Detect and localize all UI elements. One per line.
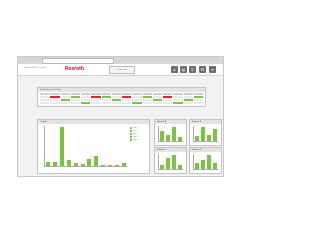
- bar-chart: [158, 126, 183, 142]
- chart-bar: [201, 159, 205, 169]
- home-icon[interactable]: ⌂: [171, 66, 178, 73]
- panel-title: Station D: [190, 148, 221, 152]
- status-grid: [40, 93, 203, 104]
- legend-item: Line 2: [133, 130, 138, 132]
- panel-title: Production overview: [38, 88, 205, 92]
- chart-bar: [73, 162, 78, 166]
- chart-bar: [160, 164, 164, 169]
- panel-title: Output: [38, 120, 149, 124]
- chart-bar: [213, 163, 217, 169]
- chart-bar: [121, 162, 126, 166]
- bar-chart: [158, 154, 183, 170]
- overview-button[interactable]: Overview: [109, 66, 135, 74]
- chart-bar: [207, 135, 211, 141]
- legend-item: Line 3: [133, 133, 138, 135]
- chart-bar: [195, 136, 199, 141]
- chart-bar: [66, 160, 71, 166]
- chart-bar: [201, 127, 205, 141]
- mini-chart-panel: Station C: [154, 147, 187, 174]
- chart-bar: [60, 127, 65, 166]
- table-row[interactable]: [40, 102, 203, 104]
- chart-bar: [94, 155, 99, 166]
- chart-bar: [213, 129, 217, 141]
- chart-bar: [172, 155, 176, 169]
- legend-item: Line 4: [133, 136, 138, 138]
- legend-item: Line 1: [133, 127, 138, 129]
- chart-bar: [114, 164, 119, 166]
- mini-chart-panel: Station B: [189, 119, 222, 146]
- app-header: Rexroth ActiveCockpit Rexroth Overview ⌂…: [18, 64, 223, 76]
- legend-item: Line 5: [133, 139, 138, 141]
- chart-bar: [101, 164, 106, 166]
- menu-icon[interactable]: ≡: [209, 66, 216, 73]
- chart-bar: [107, 164, 112, 166]
- chart-bar: [178, 164, 182, 169]
- search-icon[interactable]: ⚲: [189, 66, 196, 73]
- table-row[interactable]: [40, 99, 203, 101]
- chart-bar: [53, 161, 58, 166]
- panel-title: Station B: [190, 120, 221, 124]
- table-row[interactable]: [40, 96, 203, 98]
- table-header-row: [40, 93, 203, 95]
- chart-bar: [166, 158, 170, 169]
- chart-bar: [46, 161, 51, 166]
- chart-bar: [80, 163, 85, 166]
- bar-chart: [193, 154, 218, 170]
- production-table-panel: Production overview: [37, 87, 206, 107]
- app-title: Rexroth ActiveCockpit: [24, 67, 47, 69]
- screen: Rexroth ActiveCockpit Rexroth Overview ⌂…: [17, 56, 224, 177]
- bar-chart: [44, 126, 127, 167]
- panel-title: Station C: [155, 148, 186, 152]
- mini-chart-panel: Station A: [154, 119, 187, 146]
- chart-bar: [195, 163, 199, 169]
- chart-bar: [160, 130, 164, 141]
- chart-legend: Line 1 Line 2 Line 3 Line 4 Line 5: [130, 127, 147, 142]
- chart-bar: [172, 127, 176, 141]
- mini-chart-panel: Station D: [189, 147, 222, 174]
- rexroth-logo: Rexroth: [65, 66, 84, 72]
- panel-title: Station A: [155, 120, 186, 124]
- chart-bar: [87, 159, 92, 166]
- settings-icon[interactable]: ⚙: [199, 66, 206, 73]
- chart-bar: [207, 155, 211, 169]
- bar-chart: [193, 126, 218, 142]
- main-chart-panel: Output Line 1 Line 2 Line 3 Line 4 Line …: [37, 119, 150, 174]
- chart-icon[interactable]: ▤: [180, 66, 187, 73]
- chart-bar: [178, 137, 182, 141]
- chart-bar: [166, 134, 170, 141]
